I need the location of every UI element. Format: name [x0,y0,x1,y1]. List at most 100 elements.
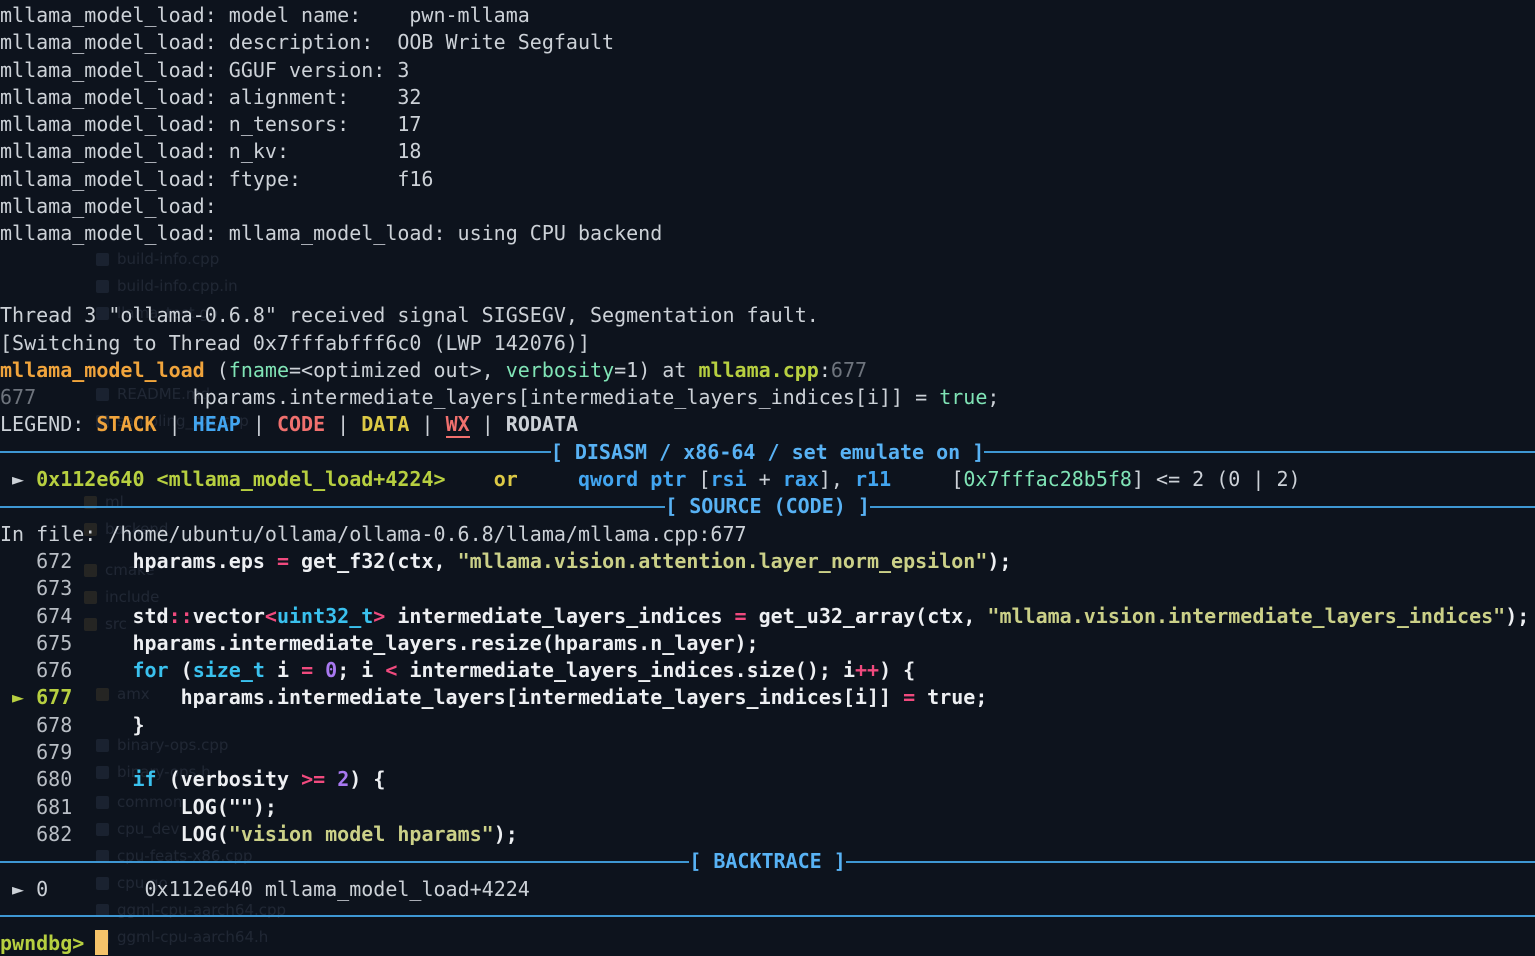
terminal-line: mllama_model_load: n_tensors: 17 [0,111,1535,138]
terminal-text-segment: 0x7fffac28b5f8 [963,467,1132,491]
terminal-line: 677 hparams.intermediate_layers[intermed… [0,384,1535,411]
section-header-label: [ DISASM / x86-64 / set emulate on ] [551,439,984,466]
terminal-line: 680 if (verbosity >= 2) { [0,766,1535,793]
terminal-line: [Switching to Thread 0x7fffabfff6c0 (LWP… [0,330,1535,357]
terminal-text-segment: 0x112e640 mllama_model_load+4224 [48,877,530,901]
terminal-line: mllama_model_load: description: OOB Writ… [0,29,1535,56]
terminal-text-segment: ► 0 [0,877,48,901]
terminal-text-segment: | [470,412,506,436]
terminal-text-segment: < [265,604,277,628]
terminal-text-segment: [ [698,467,710,491]
terminal-line [0,248,1535,275]
terminal-text-segment: get_f32(ctx, [289,549,458,573]
terminal-text-segment: ); [494,822,518,846]
terminal-text-segment: ) { [879,658,915,682]
section-header-label: [ BACKTRACE ] [689,848,846,875]
terminal-text-segment: "vision model hparams" [229,822,494,846]
terminal-text-segment: mllama_model_load: n_kv: 18 [0,139,421,163]
section-header: [ DISASM / x86-64 / set emulate on ] [0,439,1535,466]
terminal-text-segment: ] <= 2 (0 | 2) [1132,467,1301,491]
terminal-text-segment: get_u32_array(ctx, [747,604,988,628]
terminal-text-segment: =1) at [614,358,698,382]
terminal-line: mllama_model_load: mllama_model_load: us… [0,220,1535,247]
terminal-text-segment: > [373,604,385,628]
terminal-text-segment: [ [891,467,963,491]
terminal-text-segment: ► [0,467,36,491]
terminal-text-segment: (verbosity [157,767,302,791]
terminal-line: 675 hparams.intermediate_layers.resize(h… [0,630,1535,657]
terminal-output[interactable]: mllama_model_load: model name: pwn-mllam… [0,0,1535,956]
terminal-text-segment: | [325,412,361,436]
terminal-text-segment: ( [169,658,193,682]
terminal-text-segment: >= [301,767,325,791]
terminal-text-segment: 677 [0,385,36,409]
terminal-text-segment: mllama_model_load [0,358,205,382]
terminal-text-segment: mllama_model_load: ftype: f16 [0,167,433,191]
terminal-text-segment: 680 [0,767,72,791]
terminal-text-segment: = [277,549,289,573]
terminal-text-segment: 0 [325,658,337,682]
terminal-text-segment [145,467,157,491]
terminal-text-segment: rsi [710,467,746,491]
terminal-text-segment: mllama_model_load: model name: pwn-mllam… [0,3,530,27]
terminal-text-segment: [Switching to Thread 0x7fffabfff6c0 (LWP… [0,331,590,355]
terminal-text-segment [325,767,337,791]
terminal-text-segment: mllama.cpp [698,358,818,382]
terminal-text-segment: 675 [0,631,72,655]
terminal-text-segment: "mllama.vision.intermediate_layers_indic… [987,604,1505,628]
terminal-text-segment: mllama_model_load: GGUF version: 3 [0,58,409,82]
terminal-text-segment: + [747,467,783,491]
terminal-text-segment: CODE [277,412,325,436]
terminal-text-segment: , [831,467,855,491]
terminal-text-segment: =<optimized out>, [289,358,506,382]
terminal-text-segment: uint32_t [277,604,373,628]
terminal-text-segment: } [72,713,144,737]
terminal-text-segment [446,467,494,491]
terminal-text-segment: intermediate_layers_indices.size(); i [397,658,855,682]
terminal-text-segment: std [72,604,168,628]
terminal-line: 681 LOG(""); [0,794,1535,821]
terminal-text-segment: ); [987,549,1011,573]
terminal-text-segment: ) { [349,767,385,791]
divider-line [0,451,551,453]
terminal-text-segment: 679 [0,740,72,764]
terminal-text-segment: fname [229,358,289,382]
terminal-text-segment: mllama_model_load: alignment: 32 [0,85,421,109]
terminal-line: mllama_model_load: [0,193,1535,220]
terminal-text-segment: | [409,412,445,436]
terminal-text-segment: true [939,385,987,409]
prompt-label: pwndbg> [0,931,84,955]
terminal-text-segment: 678 [0,713,72,737]
section-header: [ BACKTRACE ] [0,848,1535,875]
terminal-line: mllama_model_load (fname=<optimized out>… [0,357,1535,384]
terminal-text-segment: ++ [855,658,879,682]
terminal-line [0,275,1535,302]
terminal-text-segment: r11 [855,467,891,491]
terminal-text-segment: = [301,658,313,682]
terminal-text-segment: ; i [337,658,385,682]
section-divider [0,903,1535,930]
terminal-text-segment: :: [169,604,193,628]
terminal-line: 682 LOG("vision model hparams"); [0,821,1535,848]
terminal-text-segment: LEGEND: [0,412,96,436]
terminal-text-segment: intermediate_layers_indices [385,604,734,628]
terminal-text-segment: 681 [0,795,72,819]
pwndbg-terminal: build-info.cppbuild-info.cpp.inllama_tes… [0,0,1535,956]
divider-line [0,915,1535,917]
terminal-text-segment: i [265,658,301,682]
terminal-text-segment: verbosity [506,358,614,382]
terminal-text-segment: ► 677 [0,685,72,709]
terminal-text-segment: | [241,412,277,436]
terminal-text-segment: 672 [0,549,72,573]
terminal-text-segment: size_t [193,658,265,682]
block-cursor[interactable] [95,930,108,955]
terminal-line: mllama_model_load: model name: pwn-mllam… [0,2,1535,29]
terminal-line: mllama_model_load: alignment: 32 [0,84,1535,111]
terminal-text-segment: RODATA [506,412,578,436]
terminal-line: ► 0 0x112e640 mllama_model_load+4224 [0,876,1535,903]
terminal-line: 676 for (size_t i = 0; i < intermediate_… [0,657,1535,684]
terminal-text-segment: qword ptr [578,467,698,491]
terminal-text-segment: <mllama_model_load+4224> [157,467,446,491]
section-header-label: [ SOURCE (CODE) ] [665,493,870,520]
terminal-text-segment: 674 [0,604,72,628]
